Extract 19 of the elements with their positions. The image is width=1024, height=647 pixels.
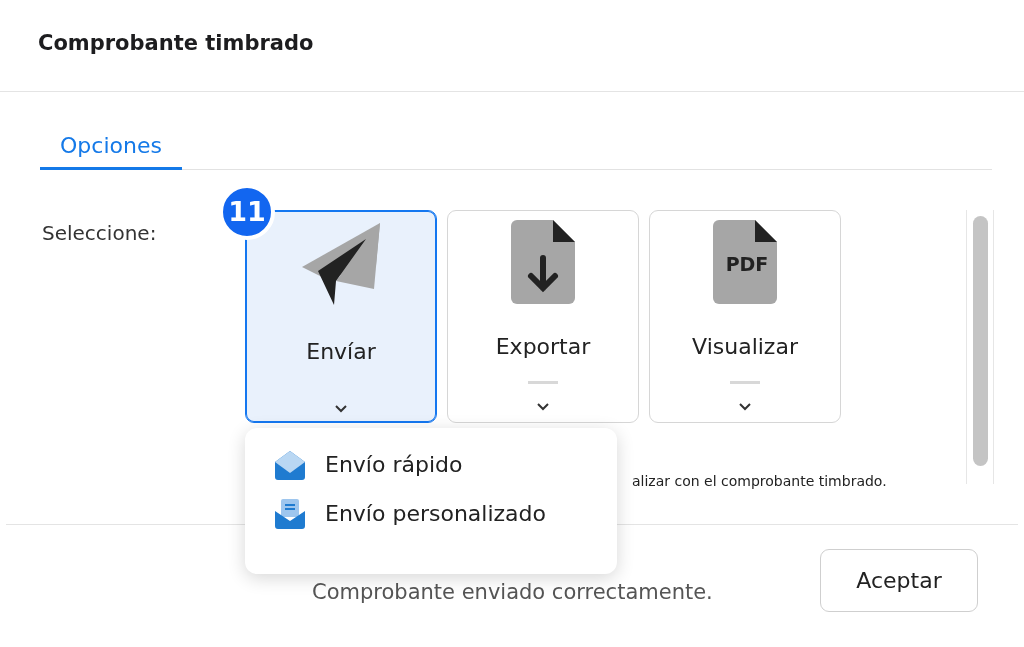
open-envelope-letter-icon [273,497,307,530]
file-download-icon [511,219,575,304]
option-card[interactable]: Exportar [447,210,639,423]
tab[interactable]: Opciones [40,124,182,170]
chevron-down-icon [536,401,550,411]
chevron-down-icon [738,401,752,411]
accept-button[interactable]: Aceptar [820,549,978,612]
scrollbar-thumb[interactable] [973,216,988,466]
prompt-label: Seleccione: [42,220,157,247]
status-message: Comprobante enviado correctamente. [312,579,713,606]
chevron-down-icon [334,403,348,413]
dropdown-item[interactable]: Envío rápido [245,440,617,489]
pdf-file-icon [713,219,777,304]
hint-text: alizar con el comprobante timbrado. [632,472,887,491]
option-card[interactable]: PDF Visualizar [649,210,841,423]
dialog-title: Comprobante timbrado [38,30,315,57]
dropdown-item[interactable]: Envío personalizado [245,489,617,538]
pdf-label: PDF [724,255,770,274]
envelope-icon [273,448,307,481]
